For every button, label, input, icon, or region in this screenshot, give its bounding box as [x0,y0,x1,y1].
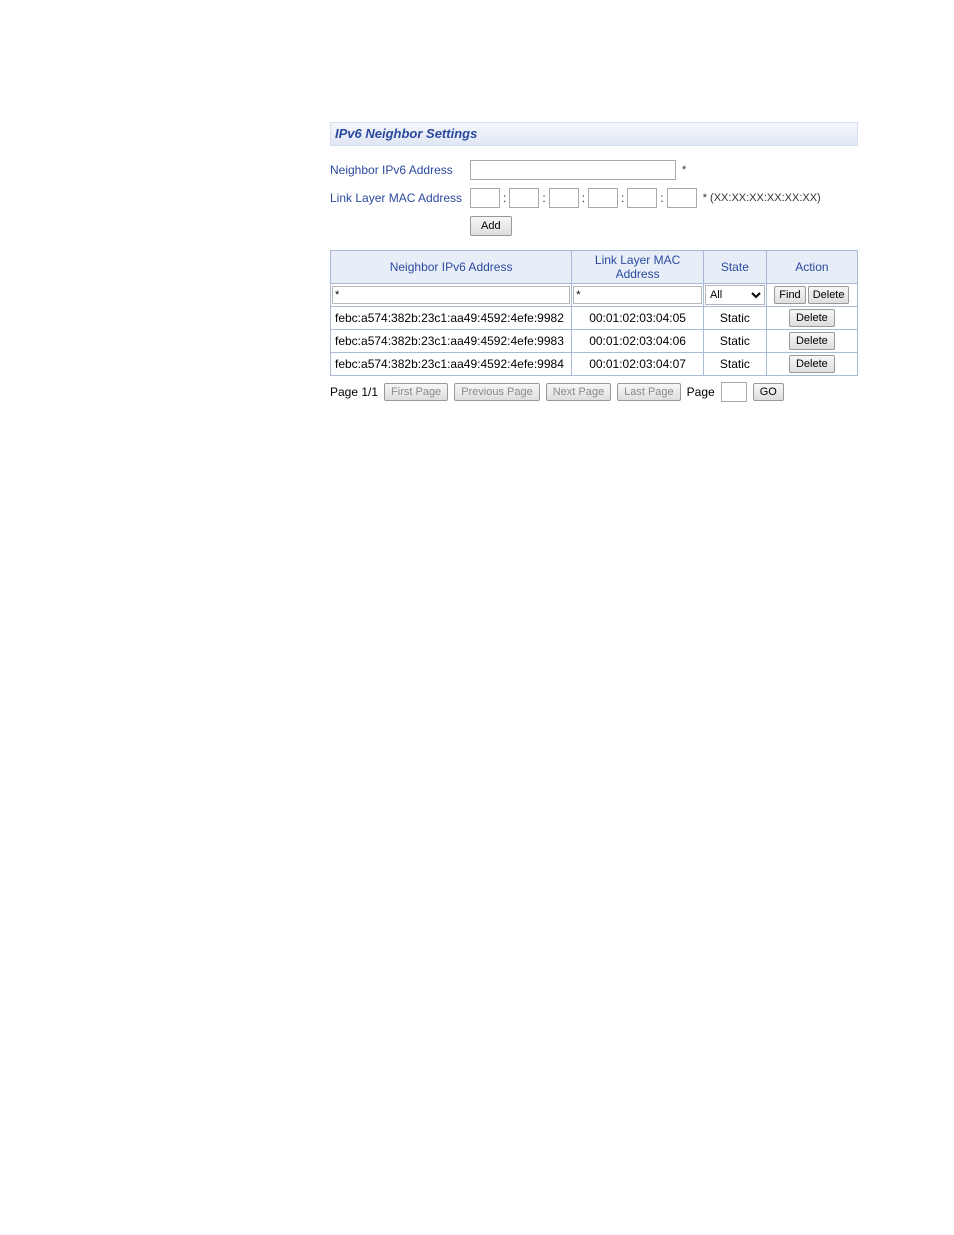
neighbor-table: Neighbor IPv6 Address Link Layer MAC Add… [330,250,858,376]
mac-octet-3[interactable] [549,188,579,208]
add-button[interactable]: Add [470,216,512,236]
mac-format-hint: * (XX:XX:XX:XX:XX:XX) [703,192,821,204]
pager-first-button[interactable]: First Page [384,383,448,401]
table-filter-row: AllStaticDynamic Find Delete [331,284,858,307]
ipv6-address-label: Neighbor IPv6 Address [330,163,470,177]
filter-find-button[interactable]: Find [774,286,805,304]
mac-sep: : [579,191,588,205]
table-header-state: State [703,251,766,284]
pager-last-button[interactable]: Last Page [617,383,681,401]
mac-octet-4[interactable] [588,188,618,208]
filter-ipv6-input[interactable] [332,286,570,304]
table-header-mac: Link Layer MAC Address [572,251,704,284]
filter-mac-input[interactable] [573,286,702,304]
ipv6-address-input[interactable] [470,160,676,180]
pager-go-button[interactable]: GO [753,383,784,401]
cell-state: Static [703,330,766,353]
mac-sep: : [500,191,509,205]
pager-next-button[interactable]: Next Page [546,383,611,401]
cell-ipv6: febc:a574:382b:23c1:aa49:4592:4efe:9982 [331,307,572,330]
mac-octet-6[interactable] [667,188,697,208]
mac-octet-2[interactable] [509,188,539,208]
table-header-row: Neighbor IPv6 Address Link Layer MAC Add… [331,251,858,284]
table-row: febc:a574:382b:23c1:aa49:4592:4efe:99820… [331,307,858,330]
mac-octet-5[interactable] [627,188,657,208]
pager-page-input[interactable] [721,382,747,402]
mac-octet-1[interactable] [470,188,500,208]
table-header-action: Action [766,251,857,284]
cell-ipv6: febc:a574:382b:23c1:aa49:4592:4efe:9983 [331,330,572,353]
pager-page-label: Page [687,385,715,399]
mac-input-group: : : : : : * (XX:XX:XX:XX:XX:XX) [470,188,821,208]
form-area: Neighbor IPv6 Address * Link Layer MAC A… [330,160,858,236]
cell-action: Delete [766,307,857,330]
pager-prev-button[interactable]: Previous Page [454,383,540,401]
row-delete-button[interactable]: Delete [789,309,835,327]
cell-state: Static [703,353,766,376]
mac-address-label: Link Layer MAC Address [330,191,470,205]
table-header-ipv6: Neighbor IPv6 Address [331,251,572,284]
cell-mac: 00:01:02:03:04:07 [572,353,704,376]
table-row: febc:a574:382b:23c1:aa49:4592:4efe:99840… [331,353,858,376]
row-delete-button[interactable]: Delete [789,355,835,373]
ipv6-neighbor-panel: IPv6 Neighbor Settings Neighbor IPv6 Add… [330,122,858,402]
pager-status: Page 1/1 [330,385,378,399]
mac-sep: : [657,191,666,205]
mac-sep: : [539,191,548,205]
cell-state: Static [703,307,766,330]
cell-ipv6: febc:a574:382b:23c1:aa49:4592:4efe:9984 [331,353,572,376]
panel-title: IPv6 Neighbor Settings [330,122,858,146]
form-row-mac: Link Layer MAC Address : : : : : * (XX:X… [330,188,858,208]
pager: Page 1/1 First Page Previous Page Next P… [330,382,858,402]
cell-mac: 00:01:02:03:04:06 [572,330,704,353]
cell-mac: 00:01:02:03:04:05 [572,307,704,330]
ipv6-required-mark: * [682,164,686,176]
row-delete-button[interactable]: Delete [789,332,835,350]
add-row: Add [330,216,858,236]
table-row: febc:a574:382b:23c1:aa49:4592:4efe:99830… [331,330,858,353]
cell-action: Delete [766,330,857,353]
form-row-ipv6: Neighbor IPv6 Address * [330,160,858,180]
filter-delete-button[interactable]: Delete [808,286,850,304]
filter-state-select[interactable]: AllStaticDynamic [705,285,765,305]
cell-action: Delete [766,353,857,376]
mac-sep: : [618,191,627,205]
